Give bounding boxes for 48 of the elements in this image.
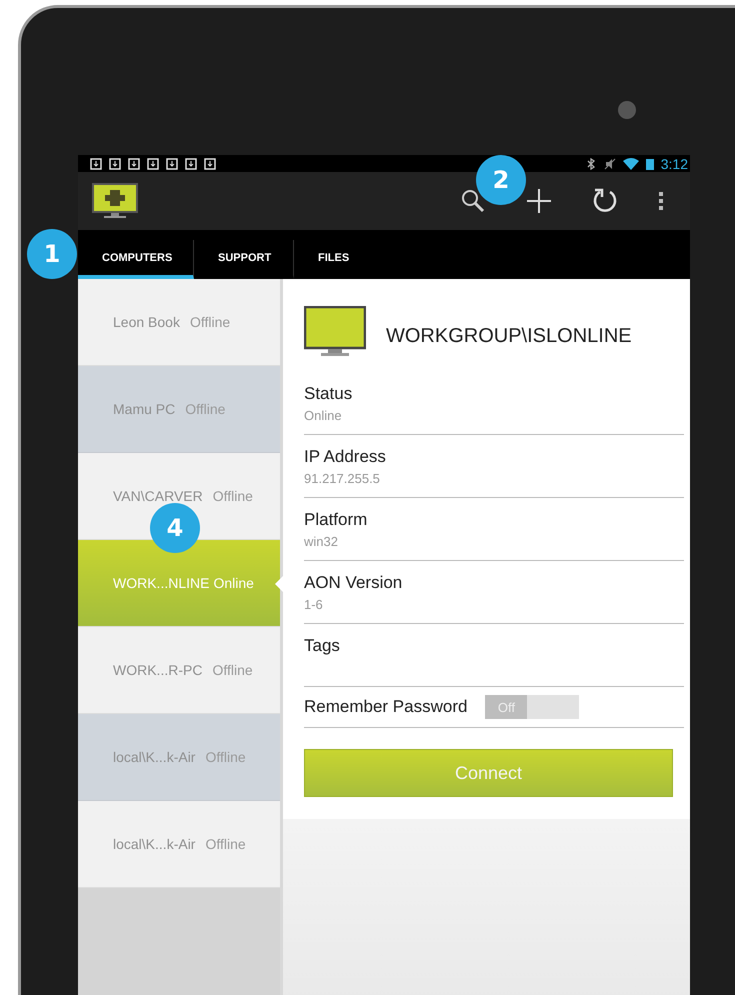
bluetooth-icon xyxy=(584,158,597,170)
field-value: Online xyxy=(304,408,343,423)
computer-status: Offline xyxy=(212,662,253,678)
notification-icon xyxy=(166,158,178,170)
camera-dot xyxy=(618,101,636,119)
notification-icon xyxy=(109,158,121,170)
computer-name: local\K...k-Air xyxy=(113,836,196,852)
field-label: Tags xyxy=(304,636,341,656)
battery-icon xyxy=(646,158,654,170)
add-icon[interactable] xyxy=(525,187,553,215)
clock-time: 3:12 xyxy=(660,156,688,172)
connect-button[interactable]: Connect xyxy=(304,749,673,797)
computer-name: local\K...k-Air xyxy=(113,749,196,765)
wifi-icon xyxy=(622,158,639,170)
computer-status: Offline xyxy=(205,836,246,852)
refresh-icon[interactable] xyxy=(591,187,619,215)
computer-status: Offline xyxy=(212,488,253,504)
mute-icon xyxy=(604,158,616,170)
tab[interactable]: FILES xyxy=(294,240,374,279)
computer-list-item[interactable]: WORK...NLINE Online xyxy=(78,540,280,627)
computer-list-item[interactable]: local\K...k-Air Offline xyxy=(78,714,280,801)
computer-name: VAN\CARVER xyxy=(113,488,203,504)
computer-title: WORKGROUP\ISLONLINE xyxy=(386,324,632,348)
field-value: win32 xyxy=(304,534,339,549)
computer-status: Online xyxy=(213,575,254,591)
notification-icon xyxy=(128,158,140,170)
computer-name: Leon Book xyxy=(113,314,180,330)
field-label: IP Address xyxy=(304,447,387,467)
monitor-icon xyxy=(304,306,366,358)
remember-password-label: Remember Password xyxy=(304,697,468,717)
notification-icon xyxy=(147,158,159,170)
monitor-plus-logo-icon xyxy=(92,183,138,219)
computer-name: Mamu PC xyxy=(113,401,176,417)
field-value: 1-6 xyxy=(304,597,324,612)
computer-status: Offline xyxy=(185,401,226,417)
computer-status: Offline xyxy=(190,314,230,330)
search-icon[interactable] xyxy=(459,187,487,215)
computer-list-item[interactable]: Mamu PC Offline xyxy=(78,366,280,453)
field-label: Platform xyxy=(304,510,368,530)
field-value: 91.217.255.5 xyxy=(304,471,381,486)
notification-icon xyxy=(90,158,102,170)
notification-icon xyxy=(204,158,216,170)
computer-status: Offline xyxy=(205,749,246,765)
computer-name: WORK...NLINE xyxy=(113,575,210,591)
field-label: AON Version xyxy=(304,573,404,593)
computer-name: WORK...R-PC xyxy=(113,662,202,678)
field-label: Status xyxy=(304,384,354,404)
notification-icon xyxy=(185,158,197,170)
